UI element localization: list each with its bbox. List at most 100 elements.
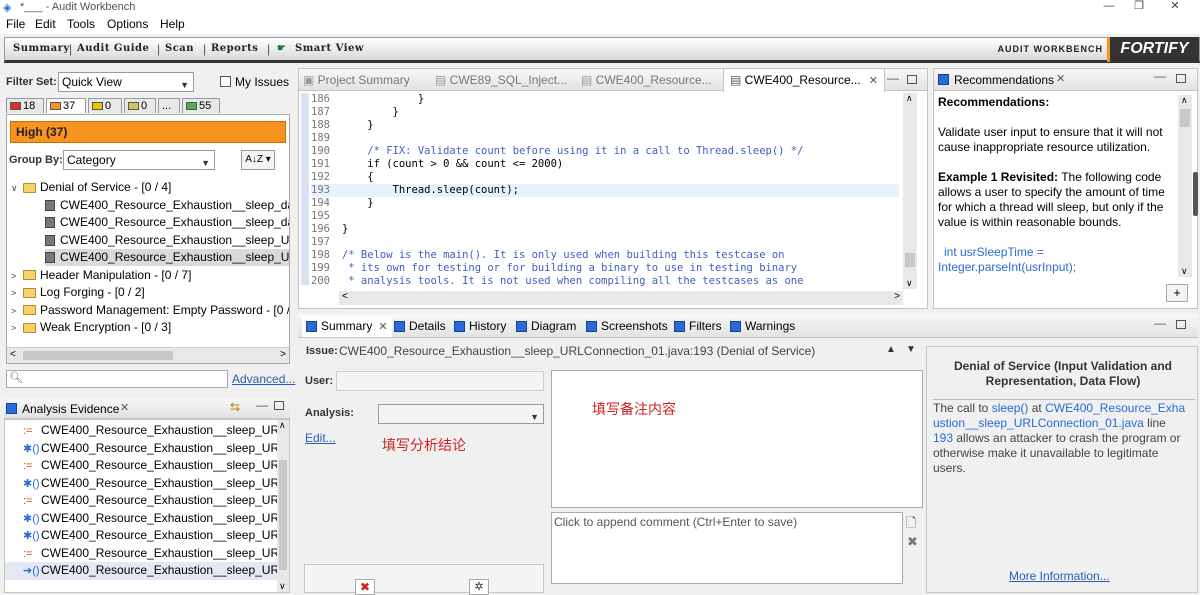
edit-link[interactable]: Edit...: [305, 431, 336, 445]
severity-tab-critical[interactable]: 18: [6, 98, 44, 113]
delete-comment-icon[interactable]: ✖: [907, 534, 918, 550]
evidence-vertical-scrollbar[interactable]: ∧ ∨: [277, 420, 289, 592]
append-comment-input[interactable]: Click to append comment (Ctrl+Enter to s…: [551, 512, 903, 584]
tree-item-label: CWE400_Resource_Exhaustion__sleep_databa: [60, 215, 289, 229]
scroll-thumb[interactable]: [279, 460, 287, 570]
close-tab-icon[interactable]: ✕: [120, 401, 129, 414]
tree-issue[interactable]: CWE400_Resource_Exhaustion__sleep_databa: [45, 197, 289, 214]
evidence-row[interactable]: := CWE400_Resource_Exhaustion__sleep_URLC…: [5, 545, 280, 563]
menu-edit[interactable]: Edit: [35, 17, 56, 31]
add-button[interactable]: +: [1166, 284, 1188, 302]
editor-horizontal-scrollbar[interactable]: < >: [339, 291, 903, 305]
tree-horizontal-scrollbar[interactable]: < >: [7, 347, 289, 363]
nav-summary[interactable]: Summary: [13, 43, 70, 54]
previous-issue-icon[interactable]: ▲: [886, 344, 896, 355]
tab-history[interactable]: History: [454, 318, 506, 334]
tree-folder-weak-encryption[interactable]: > Weak Encryption - [0 / 3]: [11, 319, 171, 336]
severity-tab-all[interactable]: 55: [182, 98, 220, 113]
code-text: {: [341, 171, 374, 183]
tab-screenshots[interactable]: Screenshots: [586, 318, 668, 334]
tree-issue[interactable]: CWE400_Resource_Exhaustion__sleep_URLCo: [45, 232, 289, 249]
tree-folder-password-management[interactable]: > Password Management: Empty Password - […: [11, 302, 289, 319]
evidence-row[interactable]: ✱()CWE400_Resource_Exhaustion__sleep_URL…: [5, 440, 280, 458]
evidence-row[interactable]: ✱()CWE400_Resource_Exhaustion__sleep_URL…: [5, 510, 280, 528]
maximize-view-icon[interactable]: [274, 401, 284, 410]
nav-separator: |: [267, 42, 271, 56]
evidence-row[interactable]: := CWE400_Resource_Exhaustion__sleep_URLC…: [5, 492, 280, 510]
recommendations-tab[interactable]: Recommendations: [954, 73, 1054, 87]
group-by-select[interactable]: Category ▼: [63, 150, 215, 170]
scroll-thumb[interactable]: [23, 351, 173, 360]
close-tab-icon[interactable]: ✕: [1056, 72, 1065, 85]
close-tab-icon[interactable]: ✕: [869, 75, 878, 87]
tab-cwe89-sql-inject[interactable]: ▤ CWE89_SQL_Inject...: [435, 69, 567, 91]
user-field[interactable]: [336, 371, 544, 391]
collapse-all-icon[interactable]: ⇆: [230, 400, 240, 414]
nav-reports[interactable]: Reports: [211, 43, 258, 54]
nav-scan[interactable]: Scan: [165, 43, 194, 54]
more-information-link[interactable]: More Information...: [1009, 569, 1110, 583]
evidence-row[interactable]: ✱()CWE400_Resource_Exhaustion__sleep_URL…: [5, 475, 280, 493]
tree-issue[interactable]: CWE400_Resource_Exhaustion__sleep_databa: [45, 214, 289, 231]
audit-workbench-brand: AUDIT WORKBENCH: [997, 44, 1103, 54]
minimize-view-icon[interactable]: —: [256, 398, 268, 412]
severity-group-header[interactable]: High (37): [10, 121, 286, 143]
maximize-button[interactable]: ❐: [1124, 0, 1154, 14]
recommendations-scrollbar[interactable]: ∧ ∨: [1178, 95, 1192, 277]
tab-diagram[interactable]: Diagram: [516, 318, 576, 334]
nav-smart-view[interactable]: Smart View: [295, 43, 364, 54]
close-tab-icon[interactable]: ✕: [378, 321, 387, 333]
severity-tab-more[interactable]: ...: [158, 98, 180, 113]
severity-tab-high[interactable]: 37: [46, 98, 86, 113]
menu-help[interactable]: Help: [160, 17, 185, 31]
tab-project-summary[interactable]: ▣ Project Summary: [303, 69, 410, 91]
evidence-row[interactable]: := CWE400_Resource_Exhaustion__sleep_URLC…: [5, 422, 280, 440]
tree-folder-denial-of-service[interactable]: ∨ Denial of Service - [0 / 4]: [11, 179, 171, 196]
scroll-thumb[interactable]: [905, 253, 915, 267]
tab-filters[interactable]: Filters: [674, 318, 722, 334]
critical-swatch: [10, 102, 21, 111]
evidence-row[interactable]: := CWE400_Resource_Exhaustion__sleep_URLC…: [5, 457, 280, 475]
close-window-button[interactable]: ✕: [1160, 0, 1190, 14]
tab-details[interactable]: Details: [394, 318, 446, 334]
analysis-select[interactable]: ▼: [378, 404, 544, 424]
tree-issue-selected[interactable]: CWE400_Resource_Exhaustion__sleep_URLCo: [45, 249, 289, 266]
tab-cwe400-resource-active[interactable]: ▤ CWE400_Resource... ✕: [723, 69, 885, 92]
minimize-view-icon[interactable]: —: [887, 71, 899, 85]
tab-warnings[interactable]: Warnings: [730, 318, 795, 334]
tree-folder-header-manipulation[interactable]: > Header Manipulation - [0 / 7]: [11, 267, 191, 284]
maximize-view-icon[interactable]: [907, 75, 917, 84]
evidence-row[interactable]: ✱()CWE400_Resource_Exhaustion__sleep_URL…: [5, 527, 280, 545]
tab-summary[interactable]: Summary ✕: [302, 316, 392, 337]
severity-tab-medium[interactable]: 0: [88, 98, 122, 113]
tree-item-label: Header Manipulation - [0 / 7]: [40, 267, 192, 282]
code-line: 200 * analysis tools. It is not used whe…: [311, 275, 803, 288]
right-edge-scroll-indicator: [1193, 172, 1198, 216]
search-input[interactable]: 🔍︎: [6, 370, 228, 388]
code-area[interactable]: 186 } 187 } 188 } 189 190 /* FIX: Valida…: [311, 93, 901, 289]
editor-vertical-scrollbar[interactable]: ∧ ∨: [903, 93, 917, 289]
advanced-search-link[interactable]: Advanced...: [232, 372, 295, 386]
nav-audit-guide[interactable]: Audit Guide: [77, 43, 149, 54]
menu-file[interactable]: File: [6, 17, 25, 31]
next-issue-icon[interactable]: ▼: [906, 344, 916, 355]
scroll-thumb[interactable]: [1180, 109, 1190, 127]
maximize-view-icon[interactable]: [1176, 74, 1186, 83]
tab-cwe400-resource-1[interactable]: ▤ CWE400_Resource...: [581, 69, 712, 91]
evidence-row-selected[interactable]: ➔()CWE400_Resource_Exhaustion__sleep_URL…: [5, 562, 280, 580]
sort-button[interactable]: A↓Z ▾: [241, 150, 275, 170]
add-comment-icon[interactable]: 🗋︎: [906, 514, 916, 536]
minimize-view-icon[interactable]: —: [1154, 316, 1166, 330]
comments-history-box[interactable]: 填写备注内容: [551, 370, 923, 508]
filter-set-select[interactable]: Quick View ▼: [58, 72, 194, 92]
menu-tools[interactable]: Tools: [67, 17, 95, 31]
append-comment-placeholder: Click to append comment (Ctrl+Enter to s…: [554, 515, 798, 529]
tree-folder-log-forging[interactable]: > Log Forging - [0 / 2]: [11, 284, 145, 301]
minimize-view-icon[interactable]: —: [1154, 69, 1166, 83]
menu-options[interactable]: Options: [107, 17, 148, 31]
my-issues-checkbox[interactable]: [220, 76, 231, 87]
severity-tab-low[interactable]: 0: [124, 98, 156, 113]
tree-item-label: CWE400_Resource_Exhaustion__sleep_URLCo: [60, 250, 289, 264]
minimize-button[interactable]: —: [1094, 0, 1124, 14]
maximize-view-icon[interactable]: [1176, 320, 1186, 329]
